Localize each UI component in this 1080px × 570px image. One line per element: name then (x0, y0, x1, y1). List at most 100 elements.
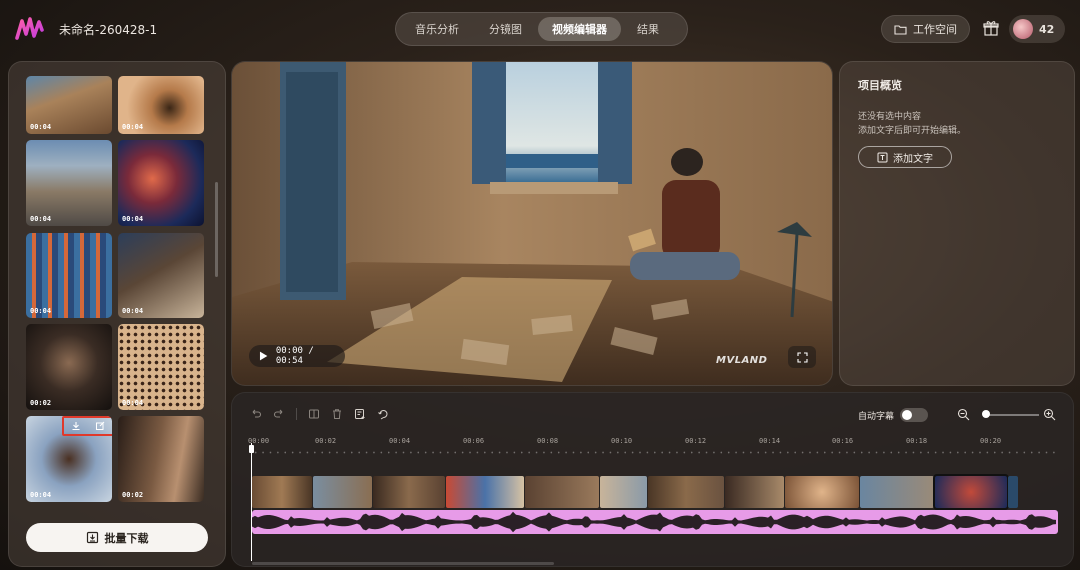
time-ruler[interactable]: 00:00 00:02 00:04 00:06 00:08 00:10 00:1… (248, 437, 1062, 457)
clip[interactable] (600, 476, 647, 508)
playhead[interactable] (251, 443, 252, 561)
thumb-duration: 00:04 (122, 307, 144, 315)
overview-empty-line2: 添加文字后即可开始编辑。 (858, 126, 967, 136)
tick-label: 00:04 (389, 437, 411, 445)
audio-track[interactable] (252, 510, 1058, 534)
thumb-action-group (62, 416, 112, 436)
project-overview-panel: 项目概览 还没有选中内容 添加文字后即可开始编辑。 添加文字 (839, 61, 1075, 386)
app-logo-icon[interactable] (14, 16, 44, 42)
thumb-duration: 00:04 (30, 491, 52, 499)
video-frame (232, 62, 832, 385)
delete-icon[interactable] (331, 408, 343, 420)
edit-icon[interactable] (95, 421, 105, 431)
clip[interactable] (313, 476, 372, 508)
folder-icon (894, 24, 907, 35)
thumb-duration: 00:04 (30, 215, 52, 223)
clip[interactable] (252, 476, 312, 508)
thumbnail-0[interactable]: 00:04 (26, 76, 112, 134)
tick-label: 00:02 (315, 437, 337, 445)
fullscreen-button[interactable] (788, 346, 816, 368)
thumbnail-8[interactable]: 00:04 (26, 416, 112, 502)
thumb-duration: 00:04 (122, 215, 144, 223)
project-title[interactable]: 未命名-260428-1 (59, 21, 157, 38)
add-text-label: 添加文字 (893, 153, 933, 165)
workspace-button[interactable]: 工作空间 (881, 15, 970, 43)
download-icon[interactable] (71, 421, 81, 431)
thumb-duration: 00:04 (122, 399, 144, 407)
timeline-scrollbar[interactable] (252, 562, 554, 565)
video-preview[interactable]: 00:00 / 00:54 MVLAND (231, 61, 833, 386)
fullscreen-icon (796, 351, 808, 363)
play-icon[interactable] (259, 351, 268, 361)
add-text-icon (877, 152, 888, 162)
redo-icon[interactable] (273, 408, 285, 420)
add-text-button[interactable]: 添加文字 (858, 146, 952, 168)
playback-control[interactable]: 00:00 / 00:54 (249, 345, 345, 367)
thumbnail-7[interactable]: 00:04 (118, 324, 204, 410)
clip[interactable] (785, 476, 859, 508)
timeline-panel: 自动字幕 00:00 00:02 00:04 00:06 00:08 00:10… (231, 392, 1074, 567)
thumb-duration: 00:02 (30, 399, 52, 407)
overview-title: 项目概览 (858, 79, 902, 92)
ruler-ticks (252, 451, 1057, 454)
tick-label: 00:16 (832, 437, 854, 445)
undo-icon[interactable] (250, 408, 262, 420)
toolbar-divider (296, 408, 297, 420)
credits-count: 42 (1039, 22, 1055, 36)
thumbnail-1[interactable]: 00:04 (118, 76, 204, 134)
auto-caption-label: 自动字幕 (858, 412, 895, 422)
split-icon[interactable] (308, 408, 320, 420)
tab-music-analysis[interactable]: 音乐分析 (401, 17, 473, 41)
tab-result[interactable]: 结果 (623, 17, 673, 41)
mvland-watermark: MVLAND (716, 355, 768, 366)
tick-label: 00:12 (685, 437, 707, 445)
gift-icon[interactable] (982, 19, 1000, 37)
batch-download-label: 批量下载 (104, 531, 149, 545)
tick-label: 00:06 (463, 437, 485, 445)
user-account[interactable]: 42 (1009, 15, 1065, 43)
playhead-handle[interactable] (249, 445, 254, 453)
add-text-track-icon[interactable] (354, 408, 366, 420)
thumbnail-2[interactable]: 00:04 (26, 140, 112, 226)
workspace-label: 工作空间 (913, 23, 957, 36)
tab-video-editor[interactable]: 视频编辑器 (538, 17, 621, 41)
thumbnail-4[interactable]: 00:04 (26, 233, 112, 318)
thumbnail-6[interactable]: 00:02 (26, 324, 112, 410)
zoom-out-icon[interactable] (957, 408, 970, 421)
clip[interactable] (1008, 476, 1018, 508)
thumb-duration: 00:02 (122, 491, 144, 499)
clip[interactable] (648, 476, 724, 508)
avatar (1013, 19, 1033, 39)
clip[interactable] (373, 476, 445, 508)
zoom-slider-handle[interactable] (982, 410, 990, 418)
video-track[interactable] (252, 474, 1057, 510)
thumb-duration: 00:04 (30, 307, 52, 315)
clip[interactable] (525, 476, 599, 508)
tick-label: 00:20 (980, 437, 1002, 445)
batch-download-button[interactable]: 批量下载 (26, 523, 208, 552)
clip-selected[interactable] (933, 474, 1009, 510)
audio-waveform (252, 511, 1056, 533)
main-tabs: 音乐分析 分镜图 视频编辑器 结果 (395, 12, 688, 46)
tick-label: 00:18 (906, 437, 928, 445)
thumbnail-9[interactable]: 00:02 (118, 416, 204, 502)
auto-caption-toggle[interactable] (900, 408, 928, 422)
tab-storyboard[interactable]: 分镜图 (475, 17, 536, 41)
thumbnail-3[interactable]: 00:04 (118, 140, 204, 226)
timeline-toolbar (250, 408, 389, 420)
time-display: 00:00 / 00:54 (275, 346, 314, 366)
zoom-in-icon[interactable] (1043, 408, 1056, 421)
thumb-duration: 00:04 (30, 123, 52, 131)
tick-label: 00:10 (611, 437, 633, 445)
clip[interactable] (725, 476, 784, 508)
overview-empty-text: 还没有选中内容 添加文字后即可开始编辑。 (858, 110, 966, 138)
media-panel: 00:04 00:04 00:04 00:04 00:04 00:04 00:0… (8, 61, 226, 567)
zoom-slider-track[interactable] (984, 414, 1039, 416)
replace-icon[interactable] (377, 408, 389, 420)
clip[interactable] (446, 476, 524, 508)
thumbnail-5[interactable]: 00:04 (118, 233, 204, 318)
media-scrollbar[interactable] (215, 182, 218, 277)
clip[interactable] (860, 476, 934, 508)
tick-label: 00:08 (537, 437, 559, 445)
overview-empty-line1: 还没有选中内容 (858, 112, 922, 122)
